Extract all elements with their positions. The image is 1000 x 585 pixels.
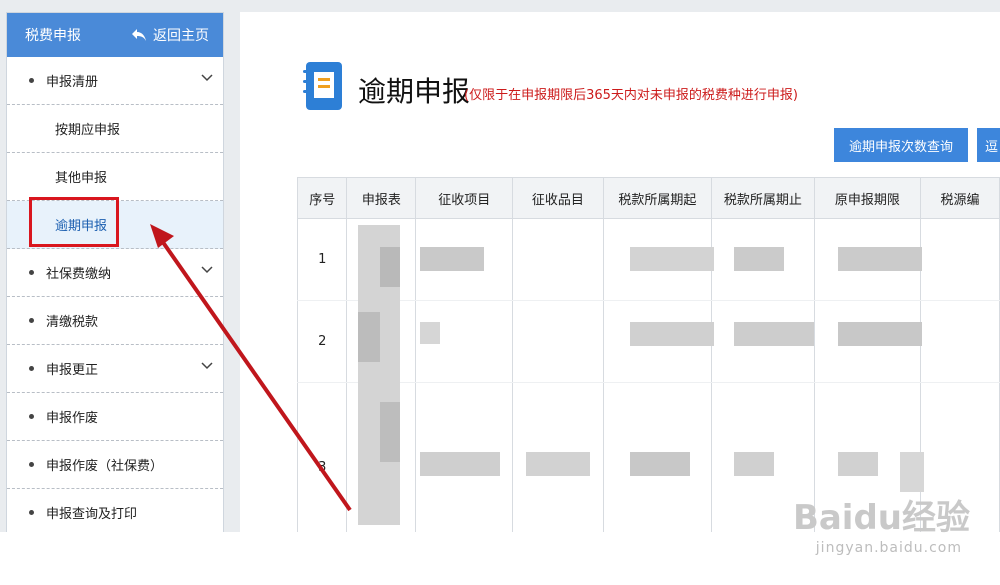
back-arrow-icon [132,29,146,41]
sidebar: 税费申报 返回主页 申报清册 按期应申报 其他申报 逾期申报 社保费缴纳 清缴税… [6,12,224,534]
bullet-icon [29,462,34,467]
declaration-table: 序号 申报表 征收项目 征收品目 税款所属期起 税款所属期止 原申报期限 税源编… [296,177,1000,532]
sidebar-item-label: 清缴税款 [46,315,99,330]
bullet-icon [29,78,34,83]
main-panel: 逾期申报 (仅限于在申报期限后365天内对未申报的税费种进行申报) 逾期申报次数… [240,12,1000,532]
sidebar-title: 税费申报 [25,28,81,44]
overdue-count-query-button[interactable]: 逾期申报次数查询 [834,128,968,162]
sidebar-item-void[interactable]: 申报作废 [7,393,223,441]
sidebar-item-label: 申报清册 [46,75,99,90]
back-home-label: 返回主页 [153,28,209,44]
row-index: 1 [296,218,348,301]
sidebar-header: 税费申报 返回主页 [7,13,223,57]
chevron-down-icon[interactable] [201,74,213,82]
sidebar-item-declaration-list[interactable]: 申报清册 [7,57,223,105]
notebook-icon [303,62,342,110]
sidebar-item-label: 其他申报 [55,171,108,186]
col-header: 征收项目 [415,177,514,219]
bullet-icon [29,318,34,323]
sidebar-item-tax-clearance[interactable]: 清缴税款 [7,297,223,345]
sidebar-item-void-social[interactable]: 申报作废（社保费） [7,441,223,489]
sidebar-item-other[interactable]: 其他申报 [7,153,223,201]
sidebar-item-overdue[interactable]: 逾期申报 [7,201,223,249]
watermark-url: jingyan.baidu.com [815,540,962,556]
sidebar-item-label: 按期应申报 [55,123,121,138]
sidebar-item-label: 社保费缴纳 [46,267,112,282]
bullet-icon [29,510,34,515]
col-header: 原申报期限 [813,177,922,219]
col-header: 税款所属期止 [711,177,815,219]
row-index: 2 [296,300,348,383]
sidebar-item-correction[interactable]: 申报更正 [7,345,223,393]
col-header: 税源编 [920,177,1000,219]
col-header: 征收品目 [512,177,604,219]
bullet-icon [29,366,34,371]
sidebar-item-query-print[interactable]: 申报查询及打印 [7,489,223,533]
bullet-icon [29,414,34,419]
sidebar-item-social-security[interactable]: 社保费缴纳 [7,249,223,297]
row-index: 3 [296,382,348,532]
bullet-icon [29,270,34,275]
col-header: 税款所属期起 [602,177,713,219]
sidebar-item-label: 申报作废 [46,411,99,426]
col-header: 申报表 [346,177,417,219]
sidebar-item-scheduled[interactable]: 按期应申报 [7,105,223,153]
sidebar-item-label: 申报查询及打印 [46,507,138,522]
chevron-down-icon[interactable] [201,362,213,370]
table-header-row: 序号 申报表 征收项目 征收品目 税款所属期起 税款所属期止 原申报期限 税源编 [296,177,1000,219]
page-note: (仅限于在申报期限后365天内对未申报的税费种进行申报) [464,88,798,103]
col-header: 序号 [296,177,348,219]
partial-button[interactable]: 逗 [977,128,1000,162]
chevron-down-icon[interactable] [201,266,213,274]
watermark-logo: Baidu经验 [792,498,970,538]
sidebar-item-label: 逾期申报 [55,219,108,234]
back-home-button[interactable]: 返回主页 [131,25,209,45]
sidebar-item-label: 申报更正 [46,363,99,378]
page-title: 逾期申报 [358,75,471,108]
sidebar-item-label: 申报作废（社保费） [46,459,164,474]
